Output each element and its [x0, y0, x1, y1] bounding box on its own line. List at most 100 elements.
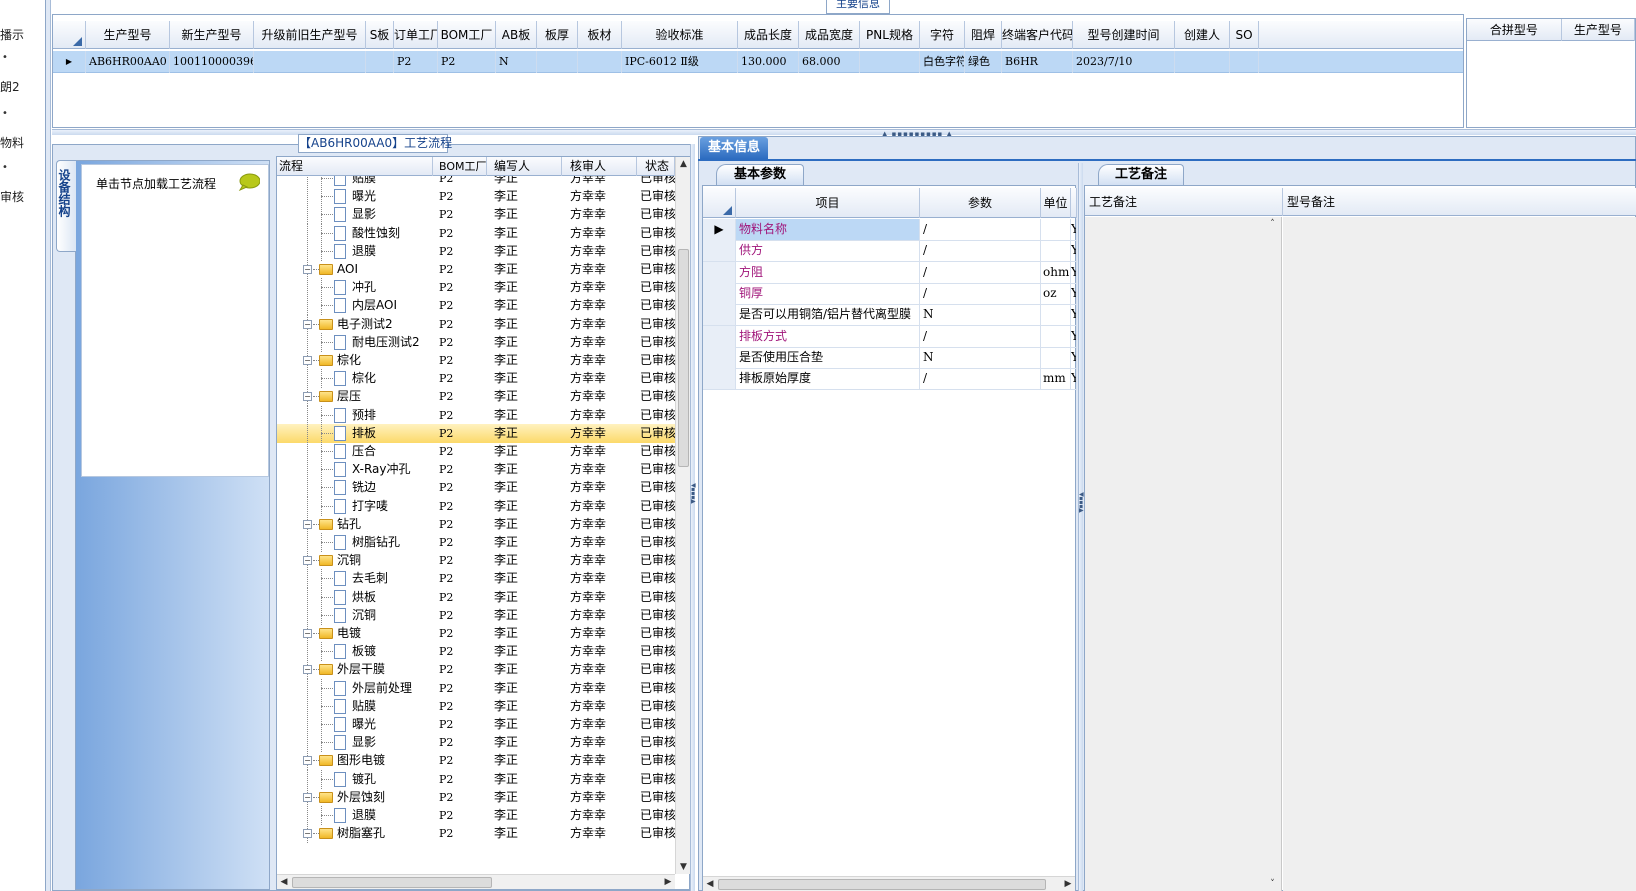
tree-node[interactable]: − 棕化 — [277, 351, 433, 370]
grid-cell[interactable]: P2 — [394, 51, 438, 73]
tree-node[interactable]: 退膜 — [277, 242, 433, 261]
column-header[interactable]: 编写人 — [487, 157, 562, 176]
tree-node[interactable]: − 树脂塞孔 — [277, 824, 433, 843]
tree-row[interactable]: − 外层蚀刻 P2 李正 方幸幸 已审核 — [277, 788, 675, 807]
grid-cell[interactable] — [366, 51, 394, 73]
scroll-thumb[interactable] — [678, 249, 689, 467]
param-value[interactable]: N — [920, 304, 1041, 326]
tree-row[interactable]: 排板 P2 李正 方幸幸 已审核 — [277, 424, 675, 443]
tree-node[interactable]: − 沉铜 — [277, 551, 433, 570]
nav-item[interactable]: 朗2 — [0, 78, 20, 95]
tree-node[interactable]: − 外层蚀刻 — [277, 788, 433, 807]
tree-node[interactable]: − 图形电镀 — [277, 751, 433, 770]
collapse-icon[interactable]: − — [303, 356, 312, 365]
scroll-right-icon[interactable]: ▶ — [661, 875, 675, 890]
tree-node[interactable]: 铣边 — [277, 478, 433, 497]
collapse-icon[interactable]: − — [303, 392, 312, 401]
tree-node[interactable]: 耐电压测试2 — [277, 333, 433, 352]
column-header[interactable]: 板材 — [578, 21, 622, 49]
grid-cell[interactable]: 130.000 — [738, 51, 799, 73]
tree-row[interactable]: − 棕化 P2 李正 方幸幸 已审核 — [277, 351, 675, 370]
param-value[interactable]: / — [920, 240, 1041, 262]
param-value[interactable]: / — [920, 282, 1041, 304]
grid-cell[interactable] — [1230, 51, 1259, 73]
scroll-left-icon[interactable]: ◀ — [277, 875, 291, 890]
scroll-right-icon[interactable]: ▶ — [1061, 877, 1075, 891]
tree-node[interactable]: 冲孔 — [277, 278, 433, 297]
tree-node[interactable]: 去毛刺 — [277, 569, 433, 588]
scroll-thumb[interactable] — [718, 879, 1046, 890]
tree-row[interactable]: − 沉铜 P2 李正 方幸幸 已审核 — [277, 551, 675, 570]
tree-row[interactable]: 棕化 P2 李正 方幸幸 已审核 — [277, 369, 675, 388]
scroll-up-icon[interactable]: ▲ — [676, 157, 691, 171]
column-header[interactable]: 项目 — [736, 188, 920, 218]
tree-node[interactable]: 压合 — [277, 442, 433, 461]
param-row[interactable]: 铜厚/ozY — [703, 282, 1077, 305]
param-value[interactable]: / — [920, 325, 1041, 347]
column-header[interactable]: 创建人 — [1175, 21, 1230, 49]
column-header[interactable]: 型号备注 — [1283, 188, 1636, 216]
column-header[interactable] — [1071, 188, 1077, 218]
tree-row[interactable]: 退膜 P2 李正 方幸幸 已审核 — [277, 242, 675, 261]
tree-vertical-scrollbar[interactable]: ▲ ▼ — [675, 157, 690, 874]
param-value[interactable]: N — [920, 346, 1041, 368]
grid-cell[interactable]: 10011000039682 — [170, 51, 254, 73]
column-header[interactable]: 验收标准 — [622, 21, 738, 49]
column-header[interactable]: 升级前旧生产型号 — [254, 21, 366, 49]
collapse-icon[interactable]: − — [303, 629, 312, 638]
column-header[interactable]: S板 — [366, 21, 394, 49]
column-header[interactable]: 成品宽度 — [799, 21, 860, 49]
column-header[interactable]: 阻焊 — [965, 21, 1002, 49]
tree-row[interactable]: 显影 P2 李正 方幸幸 已审核 — [277, 733, 675, 752]
column-header[interactable]: 板厚 — [537, 21, 578, 49]
tree-node[interactable]: 棕化 — [277, 369, 433, 388]
nav-item[interactable]: • — [2, 52, 8, 63]
tree-node[interactable]: 贴膜 — [277, 697, 433, 716]
tree-row[interactable]: 曝光 P2 李正 方幸幸 已审核 — [277, 187, 675, 206]
param-value[interactable]: / — [920, 368, 1041, 390]
tree-row[interactable]: 树脂钻孔 P2 李正 方幸幸 已审核 — [277, 533, 675, 552]
tree-node[interactable]: 显影 — [277, 205, 433, 224]
scroll-down-icon[interactable]: ˅ — [1265, 877, 1280, 891]
grid-cell[interactable] — [860, 51, 920, 73]
param-value[interactable]: / — [920, 219, 1041, 240]
tree-node[interactable]: X-Ray冲孔 — [277, 460, 433, 479]
tree-row[interactable]: 沉铜 P2 李正 方幸幸 已审核 — [277, 606, 675, 625]
tree-row[interactable]: 酸性蚀刻 P2 李正 方幸幸 已审核 — [277, 224, 675, 243]
tree-row[interactable]: − AOI P2 李正 方幸幸 已审核 — [277, 260, 675, 279]
tree-node[interactable]: 外层前处理 — [277, 679, 433, 698]
collapse-icon[interactable]: − — [303, 265, 312, 274]
column-header[interactable]: 核审人 — [562, 157, 637, 176]
tree-node[interactable]: − 电镀 — [277, 624, 433, 643]
collapse-icon[interactable]: − — [303, 320, 312, 329]
tree-node[interactable]: − 钻孔 — [277, 515, 433, 534]
grid-cell[interactable] — [254, 51, 366, 73]
nav-item[interactable]: • — [2, 108, 8, 119]
tree-node[interactable]: 镀孔 — [277, 770, 433, 789]
nav-item[interactable]: 播示 — [0, 26, 24, 43]
node-hint-box[interactable]: 单击节点加载工艺流程 — [81, 164, 269, 477]
column-header[interactable]: 生产型号 — [1562, 19, 1635, 41]
params-horizontal-scrollbar[interactable]: ◀ ▶ — [703, 876, 1075, 891]
grid-cell[interactable]: IPC-6012 Ⅱ级 — [622, 51, 738, 73]
param-row[interactable]: 是否可以用铜箔/铝片替代离型膜N Y — [703, 304, 1077, 327]
tree-node[interactable]: − AOI — [277, 260, 433, 279]
grid-cell[interactable]: B6HR — [1002, 51, 1073, 73]
tree-row[interactable]: − 层压 P2 李正 方幸幸 已审核 — [277, 387, 675, 406]
tree-row[interactable]: 铣边 P2 李正 方幸幸 已审核 — [277, 478, 675, 497]
tree-node[interactable]: − 层压 — [277, 387, 433, 406]
tree-row[interactable]: 镀孔 P2 李正 方幸幸 已审核 — [277, 770, 675, 789]
collapse-icon[interactable]: − — [303, 665, 312, 674]
column-header[interactable]: PNL规格 — [860, 21, 920, 49]
tree-horizontal-scrollbar[interactable]: ◀ ▶ — [277, 874, 675, 889]
column-header[interactable]: 参数 — [920, 188, 1041, 218]
tree-node[interactable]: 曝光 — [277, 715, 433, 734]
nav-item[interactable]: • — [2, 162, 8, 173]
vertical-splitter[interactable]: ◀ ▪ ▪ ▪ ▶ — [690, 144, 696, 891]
tree-row[interactable]: − 图形电镀 P2 李正 方幸幸 已审核 — [277, 751, 675, 770]
tree-node[interactable]: 树脂钻孔 — [277, 533, 433, 552]
tree-row[interactable]: − 钻孔 P2 李正 方幸幸 已审核 — [277, 515, 675, 534]
tree-row[interactable]: − 电镀 P2 李正 方幸幸 已审核 — [277, 624, 675, 643]
tree-row[interactable]: − 电子测试2 P2 李正 方幸幸 已审核 — [277, 315, 675, 334]
tab-basic-info[interactable]: 基本信息 — [700, 137, 768, 159]
